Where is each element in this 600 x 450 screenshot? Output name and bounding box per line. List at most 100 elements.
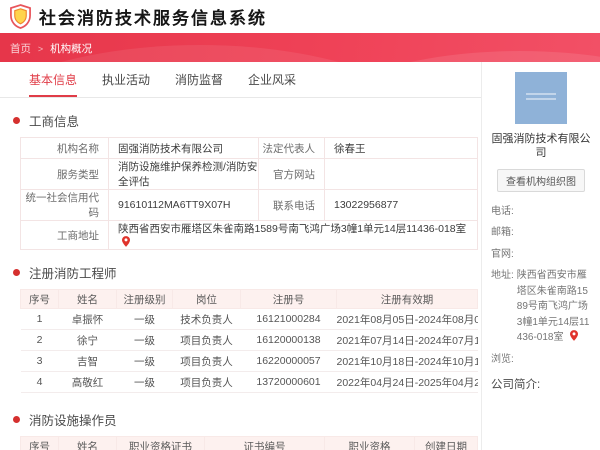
detail-label: 浏览: xyxy=(491,353,514,365)
legal-rep-value: 徐春王 xyxy=(324,137,478,159)
cell-level: 一级 xyxy=(116,329,173,351)
cell-name: 吉智 xyxy=(58,350,117,372)
company-logo-image xyxy=(515,72,567,124)
detail-label: 地址: xyxy=(491,270,514,281)
field-label: 机构名称 xyxy=(20,137,109,159)
cell-reg-number: 13720000601 xyxy=(240,371,337,393)
tab-fire-supervision[interactable]: 消防监督 xyxy=(175,71,223,97)
table-row: 3 吉智 一级 项目负责人 16220000057 2021年10月18日-20… xyxy=(20,350,478,372)
address-text: 陕西省西安市雁塔区朱雀南路1589号南飞鸿广场3幢1单元14层11436-018… xyxy=(516,270,590,343)
column-header: 姓名 xyxy=(58,289,117,309)
cell-level: 一级 xyxy=(116,308,173,330)
cell-index: 2 xyxy=(20,329,59,351)
field-label: 服务类型 xyxy=(20,158,109,190)
table-row: 4 高敬红 一级 项目负责人 13720000601 2022年04月24日-2… xyxy=(20,371,478,393)
detail-website: 官网: xyxy=(491,247,591,263)
breadcrumb-separator: > xyxy=(37,44,44,54)
section-dot-icon xyxy=(13,269,20,276)
cell-name: 高敬红 xyxy=(58,371,117,393)
field-label: 工商地址 xyxy=(20,220,109,250)
cell-reg-number: 16121000284 xyxy=(240,308,337,330)
breadcrumb: 首页 > 机构概况 xyxy=(0,33,600,56)
table-row: 服务类型 消防设施维护保养检测/消防安全评估 官方网站 xyxy=(20,158,478,190)
column-header: 证书编号 xyxy=(204,436,325,450)
detail-label: 官网: xyxy=(491,248,514,260)
cell-validity: 2021年08月05日-2024年08月05日 xyxy=(336,308,478,330)
section-dot-icon xyxy=(13,117,20,124)
section-title-text: 消防设施操作员 xyxy=(29,414,117,428)
column-header: 注册号 xyxy=(240,289,337,309)
section-title-text: 注册消防工程师 xyxy=(29,267,117,281)
company-sidebar: 固强消防技术有限公司 查看机构组织图 电话: 邮箱: 官网: 地址: 陕西省西安… xyxy=(481,62,600,450)
view-org-chart-button[interactable]: 查看机构组织图 xyxy=(497,168,585,192)
section-business-info: 工商信息 xyxy=(13,111,481,130)
table-row: 机构名称 固强消防技术有限公司 法定代表人 徐春王 xyxy=(20,137,478,159)
detail-phone: 电话: xyxy=(491,204,591,220)
company-profile-label: 公司简介: xyxy=(491,379,541,391)
field-label: 法定代表人 xyxy=(258,137,325,159)
breadcrumb-home-link[interactable]: 首页 xyxy=(10,43,31,55)
location-pin-icon[interactable] xyxy=(570,330,579,341)
business-info-table: 机构名称 固强消防技术有限公司 法定代表人 徐春王 服务类型 消防设施维护保养检… xyxy=(20,137,478,250)
tab-company-showcase[interactable]: 企业风采 xyxy=(248,71,296,97)
contact-phone-value: 13022956877 xyxy=(324,189,478,221)
column-header: 注册级别 xyxy=(116,289,173,309)
detail-views: 浏览: xyxy=(491,352,591,368)
company-name: 固强消防技术有限公司 xyxy=(491,133,591,159)
cell-name: 徐宁 xyxy=(58,329,117,351)
app-header: 社会消防技术服务信息系统 xyxy=(0,0,600,33)
field-label: 统一社会信用代码 xyxy=(20,189,109,221)
location-pin-icon[interactable] xyxy=(122,236,130,247)
cell-position: 技术负责人 xyxy=(172,308,241,330)
table-row: 统一社会信用代码 91610112MA6TT9X07H 联系电话 1302295… xyxy=(20,189,478,221)
content-area: 基本信息 执业活动 消防监督 企业风采 工商信息 机构名称 固强消防技术有限公司… xyxy=(0,62,600,450)
cell-reg-number: 16120000138 xyxy=(240,329,337,351)
operators-table: 序号 姓名 职业资格证书 证书编号 职业资格 创建日期 1 戴文强 四级/中级技… xyxy=(20,436,478,450)
website-value xyxy=(324,158,478,190)
table-header-row: 序号 姓名 注册级别 岗位 注册号 注册有效期 xyxy=(20,289,478,309)
section-facility-operators: 消防设施操作员 xyxy=(13,410,481,429)
tab-practice-activity[interactable]: 执业活动 xyxy=(102,71,150,97)
cell-level: 一级 xyxy=(116,371,173,393)
column-header: 岗位 xyxy=(172,289,241,309)
field-label: 联系电话 xyxy=(258,189,325,221)
detail-value: 陕西省西安市雁塔区朱雀南路1589号南飞鸿广场3幢1单元14层11436-018… xyxy=(517,268,591,346)
detail-label: 邮箱: xyxy=(491,227,514,238)
detail-address: 地址: 陕西省西安市雁塔区朱雀南路1589号南飞鸿广场3幢1单元14层11436… xyxy=(491,268,591,346)
cell-index: 1 xyxy=(20,308,59,330)
org-name-value: 固强消防技术有限公司 xyxy=(108,137,259,159)
cell-level: 一级 xyxy=(116,350,173,372)
table-header-row: 序号 姓名 职业资格证书 证书编号 职业资格 创建日期 xyxy=(20,436,478,450)
column-header: 序号 xyxy=(20,436,59,450)
cell-validity: 2022年04月24日-2025年04月24日 xyxy=(336,371,478,393)
breadcrumb-current: 机构概况 xyxy=(50,43,93,55)
tab-basic-info[interactable]: 基本信息 xyxy=(29,71,78,97)
cell-validity: 2021年07月14日-2024年07月14日 xyxy=(336,329,478,351)
cell-validity: 2021年10月18日-2024年10月18日 xyxy=(336,350,478,372)
tab-bar: 基本信息 执业活动 消防监督 企业风采 xyxy=(0,62,481,98)
column-header: 职业资格证书 xyxy=(116,436,205,450)
credit-code-value: 91610112MA6TT9X07H xyxy=(108,189,259,221)
column-header: 职业资格 xyxy=(324,436,415,450)
table-row: 1 卓振怀 一级 技术负责人 16121000284 2021年08月05日-2… xyxy=(20,308,478,330)
cell-index: 4 xyxy=(20,371,59,393)
main-column: 基本信息 执业活动 消防监督 企业风采 工商信息 机构名称 固强消防技术有限公司… xyxy=(0,62,481,450)
cell-name: 卓振怀 xyxy=(58,308,117,330)
column-header: 姓名 xyxy=(58,436,117,450)
section-registered-engineers: 注册消防工程师 xyxy=(13,263,481,282)
cell-position: 项目负责人 xyxy=(172,371,241,393)
section-title-text: 工商信息 xyxy=(29,115,80,129)
table-row: 工商地址 陕西省西安市雁塔区朱雀南路1589号南飞鸿广场3幢1单元14层1143… xyxy=(20,220,478,250)
cell-index: 3 xyxy=(20,350,59,372)
field-label: 官方网站 xyxy=(258,158,325,190)
cell-position: 项目负责人 xyxy=(172,329,241,351)
detail-email: 邮箱: xyxy=(491,225,591,241)
column-header: 创建日期 xyxy=(414,436,478,450)
column-header: 注册有效期 xyxy=(336,289,478,309)
address-cell: 陕西省西安市雁塔区朱雀南路1589号南飞鸿广场3幢1单元14层11436-018… xyxy=(108,220,478,250)
banner: 首页 > 机构概况 xyxy=(0,33,600,62)
cell-position: 项目负责人 xyxy=(172,350,241,372)
service-type-value: 消防设施维护保养检测/消防安全评估 xyxy=(108,158,259,190)
engineers-table: 序号 姓名 注册级别 岗位 注册号 注册有效期 1 卓振怀 一级 技术负责人 1… xyxy=(20,289,478,393)
table-row: 2 徐宁 一级 项目负责人 16120000138 2021年07月14日-20… xyxy=(20,329,478,351)
